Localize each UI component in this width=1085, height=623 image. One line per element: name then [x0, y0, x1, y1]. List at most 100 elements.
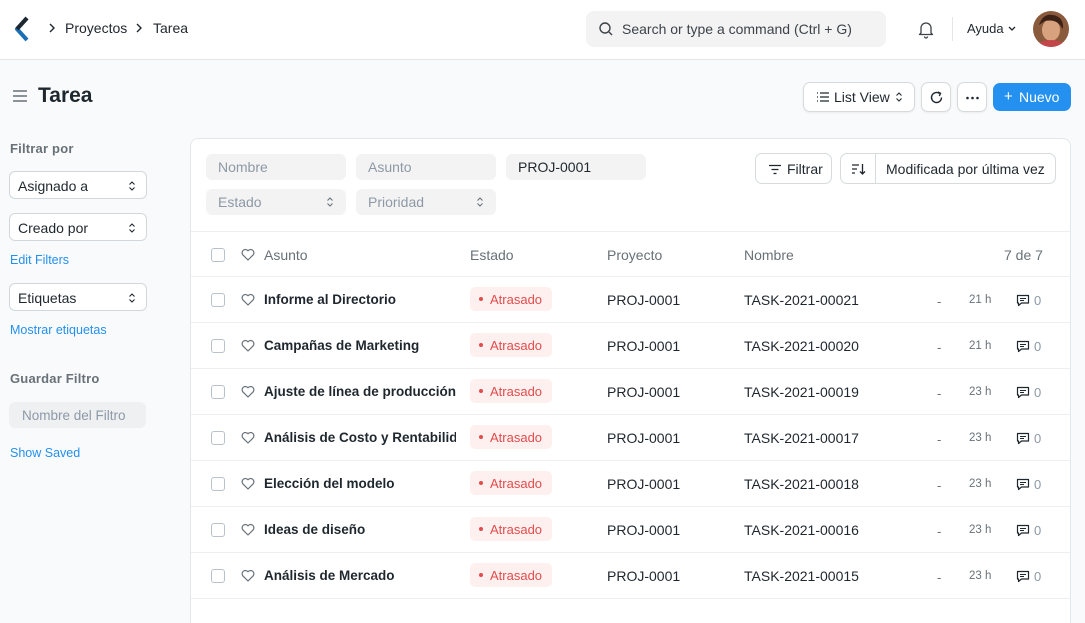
row-checkbox[interactable]: [211, 569, 225, 583]
sort-icon: [129, 293, 135, 303]
heart-icon[interactable]: [241, 293, 255, 306]
breadcrumb-proyectos[interactable]: Proyectos: [65, 20, 127, 36]
comment-icon[interactable]: [1016, 570, 1030, 583]
row-checkbox[interactable]: [211, 293, 225, 307]
filter-button[interactable]: Filtrar: [755, 153, 832, 184]
column-header-status[interactable]: Estado: [470, 247, 514, 263]
comment-count: 0: [1034, 385, 1042, 400]
status-badge: Atrasado: [470, 425, 552, 449]
tags-label: Etiquetas: [18, 290, 77, 306]
save-filter-label: Guardar Filtro: [10, 371, 100, 386]
status-text: Atrasado: [490, 476, 543, 491]
assigned-to-select[interactable]: Asignado a: [9, 171, 147, 199]
comment-count: 0: [1034, 569, 1042, 584]
row-subject[interactable]: Informe al Directorio: [264, 292, 456, 307]
name-filter-input[interactable]: Nombre: [206, 154, 346, 180]
status-dot: [479, 297, 483, 301]
comment-icon[interactable]: [1016, 432, 1030, 445]
new-button[interactable]: + Nuevo: [993, 83, 1071, 111]
row-divider: [191, 322, 1070, 323]
show-tags-link[interactable]: Mostrar etiquetas: [10, 323, 107, 337]
heart-icon[interactable]: [241, 523, 255, 536]
status-dot: [479, 481, 483, 485]
row-checkbox[interactable]: [211, 385, 225, 399]
column-header-name[interactable]: Nombre: [744, 247, 794, 263]
comment-icon[interactable]: [1016, 524, 1030, 537]
status-filter-select[interactable]: Estado: [206, 189, 346, 215]
status-text: Atrasado: [490, 568, 543, 583]
comment-count: 0: [1034, 339, 1042, 354]
heart-icon[interactable]: [241, 385, 255, 398]
filter-name-input[interactable]: Nombre del Filtro: [9, 402, 146, 428]
breadcrumb-tarea[interactable]: Tarea: [153, 20, 188, 36]
row-name: TASK-2021-00017: [744, 430, 859, 446]
menu-icon[interactable]: [11, 88, 29, 104]
tags-select[interactable]: Etiquetas: [9, 283, 147, 311]
status-dot: [479, 527, 483, 531]
heart-icon[interactable]: [241, 339, 255, 352]
subject-filter-input[interactable]: Asunto: [356, 154, 496, 180]
priority-filter-select[interactable]: Prioridad: [356, 189, 496, 215]
app-logo-icon[interactable]: [14, 16, 32, 42]
comment-icon[interactable]: [1016, 340, 1030, 353]
more-button[interactable]: [957, 82, 987, 112]
status-badge: Atrasado: [470, 333, 552, 357]
sort-field-label[interactable]: Modificada por última vez: [886, 161, 1045, 177]
comment-icon[interactable]: [1016, 478, 1030, 491]
row-subject[interactable]: Ideas de diseño: [264, 522, 456, 537]
plus-icon: +: [1004, 88, 1013, 105]
comment-icon[interactable]: [1016, 386, 1030, 399]
list-view-label: List View: [834, 89, 890, 105]
row-project: PROJ-0001: [607, 568, 681, 584]
sort-icon: [129, 223, 135, 233]
row-subject[interactable]: Análisis de Mercado: [264, 568, 456, 583]
row-modified-time: 23 h: [969, 478, 992, 490]
row-name: TASK-2021-00019: [744, 384, 859, 400]
chevron-down-icon[interactable]: [1007, 25, 1017, 33]
heart-icon[interactable]: [241, 477, 255, 490]
project-filter-input[interactable]: PROJ-0001: [506, 154, 646, 180]
row-modified-time: 23 h: [969, 432, 992, 444]
row-assignee: -: [937, 478, 942, 493]
filter-button-label: Filtrar: [787, 161, 823, 177]
select-all-checkbox[interactable]: [211, 248, 225, 262]
row-project: PROJ-0001: [607, 338, 681, 354]
row-subject[interactable]: Análisis de Costo y Rentabilidad: [264, 430, 456, 445]
row-assignee: -: [937, 524, 942, 539]
row-assignee: -: [937, 432, 942, 447]
list-view-button[interactable]: List View: [803, 82, 915, 112]
user-avatar-image: [1033, 11, 1069, 47]
row-subject[interactable]: Campañas de Marketing: [264, 338, 456, 353]
avatar[interactable]: [1033, 11, 1069, 47]
row-checkbox[interactable]: [211, 523, 225, 537]
status-badge: Atrasado: [470, 517, 552, 541]
filter-icon: [769, 164, 781, 175]
created-by-select[interactable]: Creado por: [9, 213, 147, 241]
column-header-project[interactable]: Proyecto: [607, 247, 662, 263]
bell-icon[interactable]: [916, 19, 936, 39]
row-checkbox[interactable]: [211, 431, 225, 445]
row-checkbox[interactable]: [211, 339, 225, 353]
heart-icon[interactable]: [241, 569, 255, 582]
heart-icon[interactable]: [241, 431, 255, 444]
status-badge: Atrasado: [470, 563, 552, 587]
comment-icon[interactable]: [1016, 294, 1030, 307]
search-bar[interactable]: Search or type a command (Ctrl + G): [586, 11, 886, 47]
row-project: PROJ-0001: [607, 476, 681, 492]
status-badge: Atrasado: [470, 287, 552, 311]
heart-icon[interactable]: [241, 248, 255, 261]
row-subject[interactable]: Ajuste de línea de producción: [264, 384, 456, 399]
help-menu[interactable]: Ayuda: [967, 21, 1004, 36]
row-checkbox[interactable]: [211, 477, 225, 491]
refresh-button[interactable]: [921, 82, 951, 112]
show-saved-link[interactable]: Show Saved: [10, 446, 80, 460]
sort-order-icon[interactable]: [851, 162, 866, 176]
row-modified-time: 23 h: [969, 524, 992, 536]
status-badge: Atrasado: [470, 379, 552, 403]
column-header-subject[interactable]: Asunto: [264, 247, 308, 263]
row-subject[interactable]: Elección del modelo: [264, 476, 456, 491]
navbar-divider: [952, 17, 953, 41]
edit-filters-link[interactable]: Edit Filters: [10, 253, 69, 267]
new-button-label: Nuevo: [1019, 89, 1060, 105]
sort-selector[interactable]: Modificada por última vez: [840, 153, 1056, 184]
